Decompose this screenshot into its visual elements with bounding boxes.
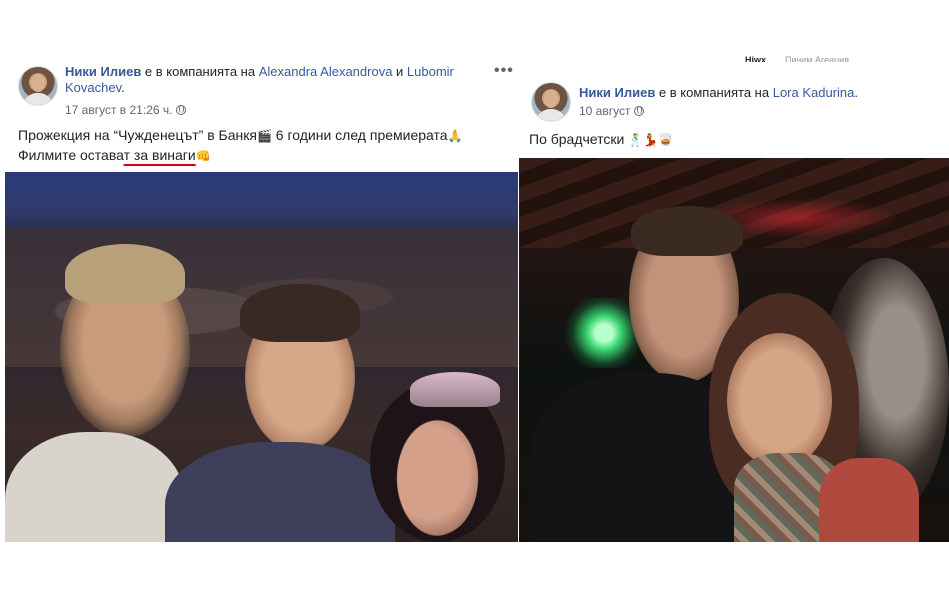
clapper-emoji: 🎬	[256, 129, 272, 143]
man-hair	[631, 206, 743, 256]
post-text: По брадчетски 🕺💃🥃	[529, 130, 673, 150]
dance-emojis: 🕺💃🥃	[628, 133, 674, 147]
post-meta: 10 август	[579, 104, 645, 118]
woman-top	[819, 458, 919, 542]
globe-icon[interactable]	[634, 106, 645, 116]
person-left-body	[5, 432, 185, 542]
avatar-face	[31, 74, 45, 92]
timestamp-link[interactable]: 17 август в 21:26 ч.	[65, 103, 172, 117]
post-text: Прожекция на “Чужденецът” в Банкя🎬 6 год…	[18, 126, 508, 166]
text-segment: По брадчетски	[529, 131, 629, 147]
fist-emoji: 👊	[195, 149, 211, 163]
post-photo[interactable]	[5, 172, 518, 542]
post-header: Ники Илиев е в компанията на Lora Kaduri…	[579, 85, 939, 101]
post-header: Ники Илиев е в компанията на Alexandra A…	[65, 64, 490, 96]
person-left-hair	[65, 244, 185, 304]
globe-icon[interactable]	[176, 105, 187, 115]
underlined-text: т за винаги	[123, 147, 196, 163]
avatar-shirt	[536, 109, 566, 121]
more-options-icon[interactable]: •••	[494, 62, 514, 80]
tagged-user-link[interactable]: Lora Kadurina	[773, 85, 855, 100]
woman-head	[727, 333, 832, 468]
avatar[interactable]	[18, 66, 58, 106]
text-segment: Прожекция на “Чужденецът” в Банкя	[18, 127, 257, 143]
post-text-line-1: Прожекция на “Чужденецът” в Банкя🎬 6 год…	[18, 126, 508, 146]
connector-text: е в компанията на	[141, 64, 259, 79]
post-right: Ники Илиев е в компанията на Lora Kaduri…	[519, 62, 949, 542]
period-text: .	[854, 85, 859, 100]
post-photo[interactable]	[519, 158, 949, 542]
timestamp-link[interactable]: 10 август	[579, 104, 630, 118]
person-middle-hair	[240, 284, 360, 342]
text-segment: 6 години след премиерата	[271, 127, 448, 143]
tiara	[410, 372, 500, 407]
tagged-user-link[interactable]: Alexandra Alexandrova	[259, 64, 393, 79]
post-meta: 17 август в 21:26 ч.	[65, 103, 187, 117]
period-text: .	[121, 80, 125, 95]
and-text: и	[392, 64, 407, 79]
author-link[interactable]: Ники Илиев	[579, 85, 655, 100]
connector-text: е в компанията на	[655, 85, 773, 100]
avatar-face	[544, 90, 558, 108]
pray-emoji: 🙏	[447, 129, 463, 143]
text-segment: Филмите остава	[18, 147, 124, 163]
author-link[interactable]: Ники Илиев	[65, 64, 141, 79]
post-left: Ники Илиев е в компанията на Alexandra A…	[0, 62, 518, 542]
avatar-shirt	[23, 93, 53, 105]
post-text-line-2: Филмите остават за винаги👊	[18, 146, 508, 166]
avatar[interactable]	[531, 82, 571, 122]
person-middle-body	[165, 442, 395, 542]
